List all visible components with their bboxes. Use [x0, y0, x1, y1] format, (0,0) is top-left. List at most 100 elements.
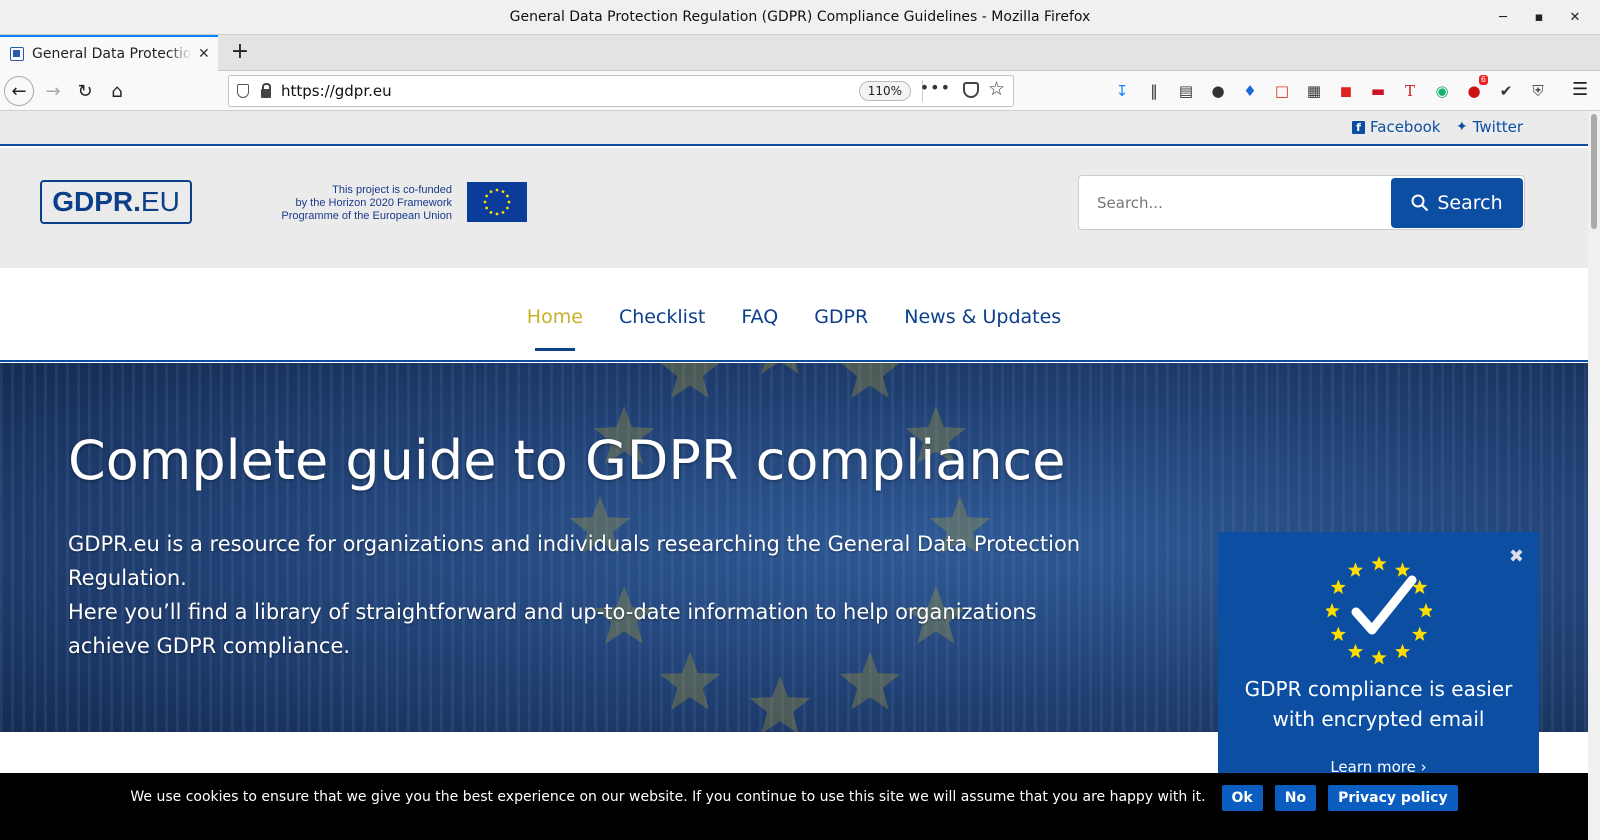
library-icon[interactable]: ‖	[1142, 79, 1166, 103]
facebook-label: Facebook	[1370, 118, 1441, 136]
pdf-extension-icon[interactable]: □	[1270, 79, 1294, 103]
dots-extension-icon[interactable]: ▬	[1366, 79, 1390, 103]
eu-checkmark-icon	[1326, 556, 1432, 665]
eu-flag-icon	[467, 182, 527, 222]
search-button-label: Search	[1437, 192, 1503, 214]
navigation-toolbar: ← → ↻ ⌂ https://gdpr.eu 110% ••• ☆ ↧ ‖ ▤…	[0, 71, 1600, 111]
hero-title: Complete guide to GDPR compliance	[68, 429, 1066, 492]
address-bar[interactable]: https://gdpr.eu 110% ••• ☆	[228, 75, 1014, 107]
privacy-policy-button[interactable]: Privacy policy	[1328, 785, 1458, 811]
cofund-line: This project is co-funded	[332, 184, 452, 196]
browser-tab[interactable]: General Data Protection Regulation (GDPR…	[0, 35, 218, 71]
menu-hamburger-icon[interactable]: ☰	[1572, 79, 1588, 100]
cookie-ok-button[interactable]: Ok	[1221, 785, 1263, 811]
cofund-notice: This project is co-funded by the Horizon…	[262, 184, 452, 223]
cookie-message: We use cookies to ensure that we give yo…	[130, 789, 1206, 805]
notification-extension-icon[interactable]: ● 6	[1462, 75, 1488, 103]
star-shape	[1347, 562, 1364, 577]
promo-close-icon[interactable]: ✖	[1509, 546, 1524, 567]
site-header: GDPR.EU This project is co-funded by the…	[0, 148, 1588, 268]
save-extension-icon[interactable]: ◼	[1334, 79, 1358, 103]
page-actions-icon[interactable]: •••	[920, 78, 951, 97]
star-shape	[1326, 603, 1340, 618]
promo-line-prefix: with	[1272, 707, 1322, 731]
close-window-icon[interactable]: ✕	[1568, 0, 1582, 35]
forward-button[interactable]: →	[38, 76, 68, 106]
zoom-level-button[interactable]: 110%	[858, 81, 911, 101]
hero-description: GDPR.eu is a resource for organizations …	[68, 527, 1168, 663]
search-icon	[1411, 194, 1429, 212]
web-page: f Facebook ✦ Twitter GDPR.EU This projec…	[0, 111, 1588, 840]
star-shape	[1394, 643, 1411, 659]
nav-news-updates[interactable]: News & Updates	[904, 306, 1061, 328]
grammar-extension-icon[interactable]: ◉	[1430, 79, 1454, 103]
encrypted-email-promo: ✖ GDPR compliance is easier with encrypt…	[1218, 532, 1539, 792]
extension-puzzle-icon[interactable]: ♦	[1238, 79, 1262, 103]
logo-bold-text: GDPR.	[52, 186, 141, 217]
site-logo[interactable]: GDPR.EU	[40, 180, 192, 224]
star-shape	[840, 363, 900, 398]
window-title: General Data Protection Regulation (GDPR…	[509, 9, 1091, 25]
tab-close-icon[interactable]: ✕	[198, 46, 210, 62]
star-shape	[660, 363, 720, 398]
lock-icon[interactable]	[261, 82, 271, 98]
twitter-icon: ✦	[1456, 119, 1468, 135]
promo-line: GDPR compliance is easier	[1244, 677, 1513, 701]
main-navigation: Home Checklist FAQ GDPR News & Updates	[0, 268, 1588, 362]
toolbar-icons: ↧ ‖ ▤ ● ♦ □ ▦ ◼ ▬ T ◉ ● 6 ✔ ⛨	[1110, 75, 1550, 103]
sidebar-icon[interactable]: ▤	[1174, 79, 1198, 103]
tracking-protection-icon[interactable]	[237, 84, 249, 98]
cookie-banner: We use cookies to ensure that we give yo…	[0, 773, 1588, 840]
site-search: Search	[1078, 175, 1525, 230]
hero-line: achieve GDPR compliance.	[68, 634, 351, 658]
downloads-icon[interactable]: ↧	[1110, 79, 1134, 103]
window-title-bar: General Data Protection Regulation (GDPR…	[0, 0, 1600, 35]
new-tab-button[interactable]: +	[226, 39, 254, 67]
star-shape	[1347, 643, 1364, 659]
promo-text: GDPR compliance is easier with encrypted…	[1218, 674, 1539, 734]
nav-gdpr[interactable]: GDPR	[814, 306, 868, 328]
star-shape	[1394, 562, 1411, 577]
promo-line: with encrypted email	[1218, 704, 1539, 734]
tab-strip: General Data Protection Regulation (GDPR…	[0, 35, 1600, 71]
brush-extension-icon[interactable]: ✔	[1494, 79, 1518, 103]
cofund-line: by the Horizon 2020 Framework	[295, 197, 452, 209]
facebook-link[interactable]: f Facebook	[1352, 118, 1440, 136]
url-text[interactable]: https://gdpr.eu	[281, 82, 392, 100]
star-shape	[1330, 626, 1346, 641]
account-icon[interactable]: ●	[1206, 79, 1230, 103]
maximize-icon[interactable]: ▪	[1532, 0, 1546, 35]
back-button[interactable]: ←	[4, 76, 34, 106]
search-input[interactable]	[1085, 182, 1385, 224]
minimize-icon[interactable]: ─	[1496, 0, 1510, 35]
cookie-no-button[interactable]: No	[1274, 785, 1317, 811]
twitter-label: Twitter	[1472, 118, 1524, 136]
star-shape	[1371, 650, 1387, 665]
promo-highlight: encrypted email	[1321, 707, 1485, 731]
nav-home[interactable]: Home	[527, 306, 583, 351]
hero-line: GDPR.eu is a resource for organizations …	[68, 532, 1081, 590]
star-shape	[1412, 626, 1428, 641]
star-shape	[1418, 603, 1432, 618]
hero-line: Here you’ll find a library of straightfo…	[68, 600, 1037, 624]
page-scrollbar[interactable]	[1588, 111, 1600, 840]
nav-faq[interactable]: FAQ	[741, 306, 778, 328]
star-shape	[1371, 556, 1387, 571]
star-shape	[761, 363, 799, 374]
logo-light-text: EU	[140, 186, 180, 217]
text-extension-icon[interactable]: T	[1398, 79, 1422, 103]
bookmark-star-icon[interactable]: ☆	[988, 78, 1005, 100]
scrollbar-thumb[interactable]	[1591, 114, 1597, 229]
reload-button[interactable]: ↻	[70, 76, 100, 106]
pocket-icon[interactable]	[963, 82, 979, 98]
nav-checklist[interactable]: Checklist	[619, 306, 705, 328]
twitter-link[interactable]: ✦ Twitter	[1456, 118, 1523, 136]
home-button[interactable]: ⌂	[102, 76, 132, 106]
barcode-extension-icon[interactable]: ▦	[1302, 79, 1326, 103]
social-bar: f Facebook ✦ Twitter	[0, 111, 1588, 146]
shield-extension-icon[interactable]: ⛨	[1526, 79, 1550, 103]
tab-title: General Data Protection Regulation (GDPR…	[32, 46, 192, 62]
search-button[interactable]: Search	[1391, 178, 1523, 228]
extension-badge: 6	[1478, 75, 1488, 85]
window-controls: ─ ▪ ✕	[1496, 0, 1582, 35]
